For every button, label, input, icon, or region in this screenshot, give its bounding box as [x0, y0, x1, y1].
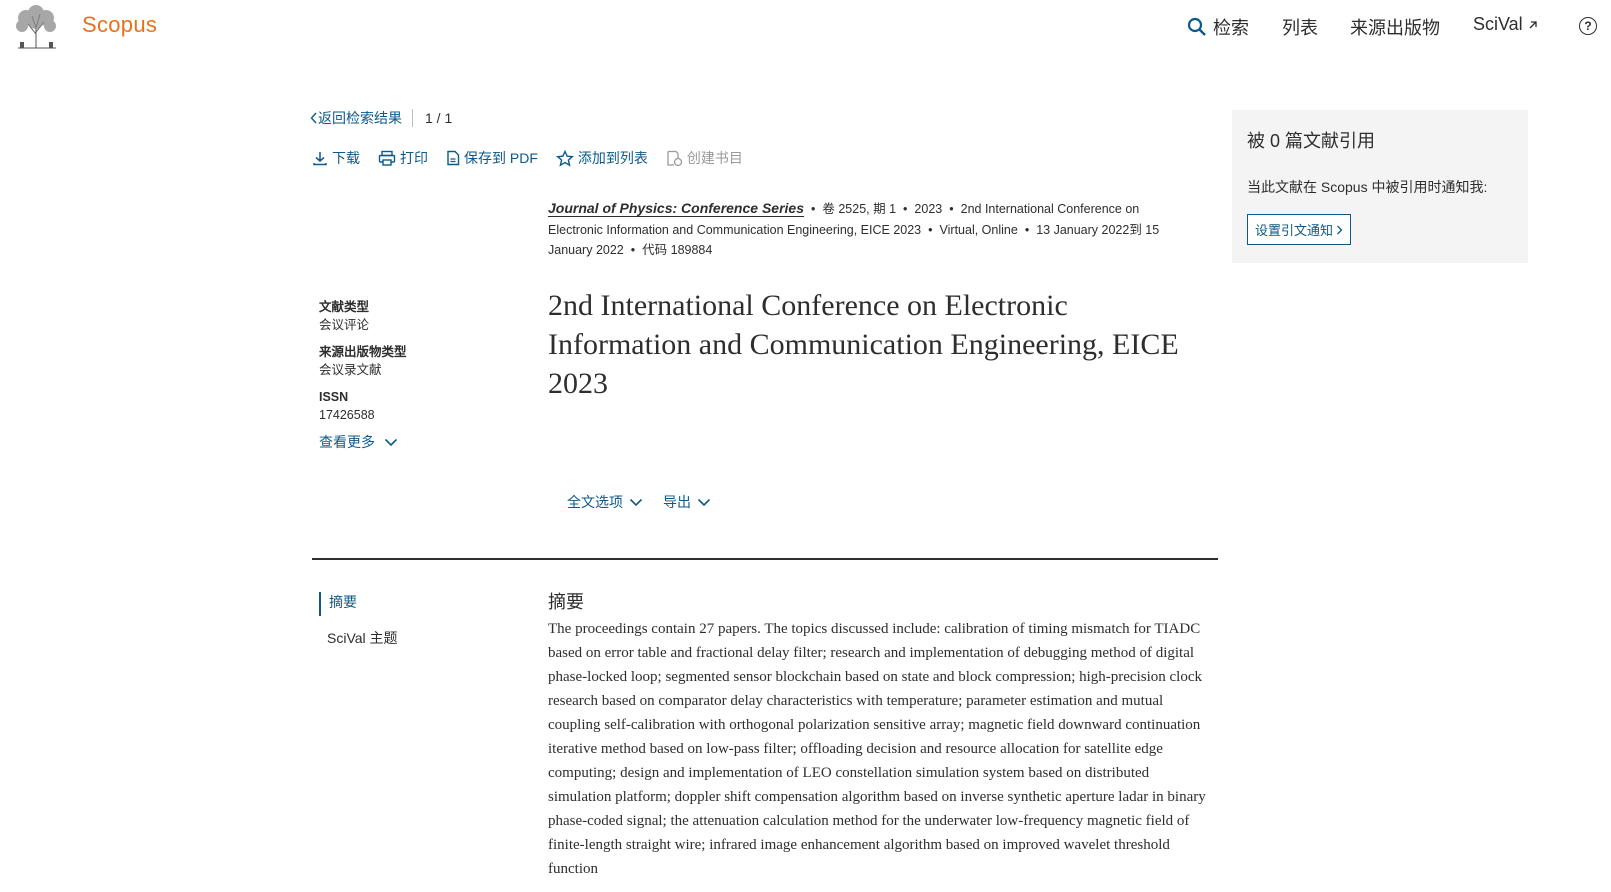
document-title: 2nd International Conference on Electron…	[548, 289, 1179, 400]
see-more-button[interactable]: 查看更多	[319, 432, 398, 452]
abstract-text: The proceedings contain 27 papers. The t…	[548, 621, 1206, 877]
nav-sources[interactable]: 来源出版物	[1350, 14, 1440, 40]
print-label: 打印	[400, 150, 428, 166]
help-icon[interactable]: ?	[1579, 17, 1597, 35]
back-to-results-label: 返回检索结果	[318, 110, 402, 126]
cited-by-panel: 被 0 篇文献引用 当此文献在 Scopus 中被引用时通知我: 设置引文通知	[1232, 110, 1528, 263]
add-to-list-button[interactable]: 添加到列表	[555, 148, 648, 168]
nav-scival[interactable]: SciVal	[1473, 14, 1539, 35]
external-link-icon	[1529, 20, 1537, 28]
nav-lists[interactable]: 列表	[1282, 14, 1318, 40]
source-type-label: 来源出版物类型	[319, 345, 407, 359]
bibliography-icon	[667, 150, 683, 166]
doc-type-label: 文献类型	[319, 300, 370, 314]
nav-scival-label: SciVal	[1473, 14, 1523, 34]
scopus-brand[interactable]: Scopus	[82, 12, 157, 38]
star-icon	[555, 149, 574, 167]
chevron-down-icon	[629, 498, 643, 506]
save-pdf-label: 保存到 PDF	[464, 150, 538, 166]
full-text-options-label: 全文选项	[567, 494, 623, 510]
tab-scival-topics[interactable]: SciVal 主题	[327, 628, 398, 648]
journal-link[interactable]: Journal of Physics: Conference Series	[548, 200, 804, 217]
print-button[interactable]: 打印	[378, 148, 428, 168]
cited-by-notify-text: 当此文献在 Scopus 中被引用时通知我:	[1247, 179, 1488, 195]
cited-by-heading: 被 0 篇文献引用	[1247, 131, 1376, 151]
source-type-value: 会议录文献	[319, 363, 382, 377]
export-label: 导出	[663, 494, 691, 510]
back-row: 返回检索结果 1 / 1	[310, 108, 452, 128]
document-metadata: 文献类型 会议评论 来源出版物类型 会议录文献 ISSN 17426588	[319, 298, 407, 433]
document-options: 全文选项 导出	[567, 492, 731, 512]
download-label: 下载	[332, 150, 360, 166]
export-button[interactable]: 导出	[663, 492, 711, 512]
pdf-file-icon	[447, 150, 460, 166]
see-more-label: 查看更多	[319, 434, 375, 450]
download-icon	[313, 152, 327, 166]
source-info: Journal of Physics: Conference Series • 卷 …	[548, 200, 1160, 257]
download-button[interactable]: 下载	[312, 148, 360, 168]
search-icon	[1187, 17, 1206, 36]
divider	[412, 109, 413, 127]
create-bibliography-label: 创建书目	[686, 150, 743, 166]
abstract-heading: 摘要	[548, 592, 584, 612]
issn-value: 17426588	[319, 408, 375, 422]
chevron-left-icon	[310, 112, 317, 124]
volume-issue: 卷 2525, 期 1	[822, 202, 897, 216]
create-bibliography-button[interactable]: 创建书目	[666, 148, 743, 168]
issn-label: ISSN	[319, 390, 349, 404]
conference-location: Virtual, Online	[939, 222, 1018, 237]
nav-search-label: 检索	[1213, 18, 1249, 38]
back-to-results-link[interactable]: 返回检索结果	[310, 108, 402, 128]
publication-year: 2023	[914, 202, 943, 216]
section-divider	[312, 558, 1218, 560]
chevron-down-icon	[384, 438, 398, 446]
set-citation-alert-button[interactable]: 设置引文通知	[1247, 214, 1352, 245]
add-to-list-label: 添加到列表	[577, 150, 648, 166]
document-toolbar: 下载 打印 保存到 PDF 添加到列表 创建书目	[312, 148, 761, 168]
set-citation-alert-label: 设置引文通知	[1255, 223, 1334, 238]
doc-type-value: 会议评论	[319, 318, 370, 332]
nav-search[interactable]: 检索	[1187, 14, 1249, 40]
chevron-right-icon	[1337, 225, 1343, 234]
elsevier-tree-logo-icon[interactable]	[10, 4, 62, 50]
tab-abstract[interactable]: 摘要	[319, 592, 357, 616]
full-text-options-button[interactable]: 全文选项	[567, 492, 643, 512]
result-pager: 1 / 1	[425, 110, 453, 126]
chevron-down-icon	[697, 498, 711, 506]
save-pdf-button[interactable]: 保存到 PDF	[446, 148, 538, 168]
printer-icon	[378, 150, 396, 166]
conference-code: 代码 189884	[642, 243, 713, 257]
